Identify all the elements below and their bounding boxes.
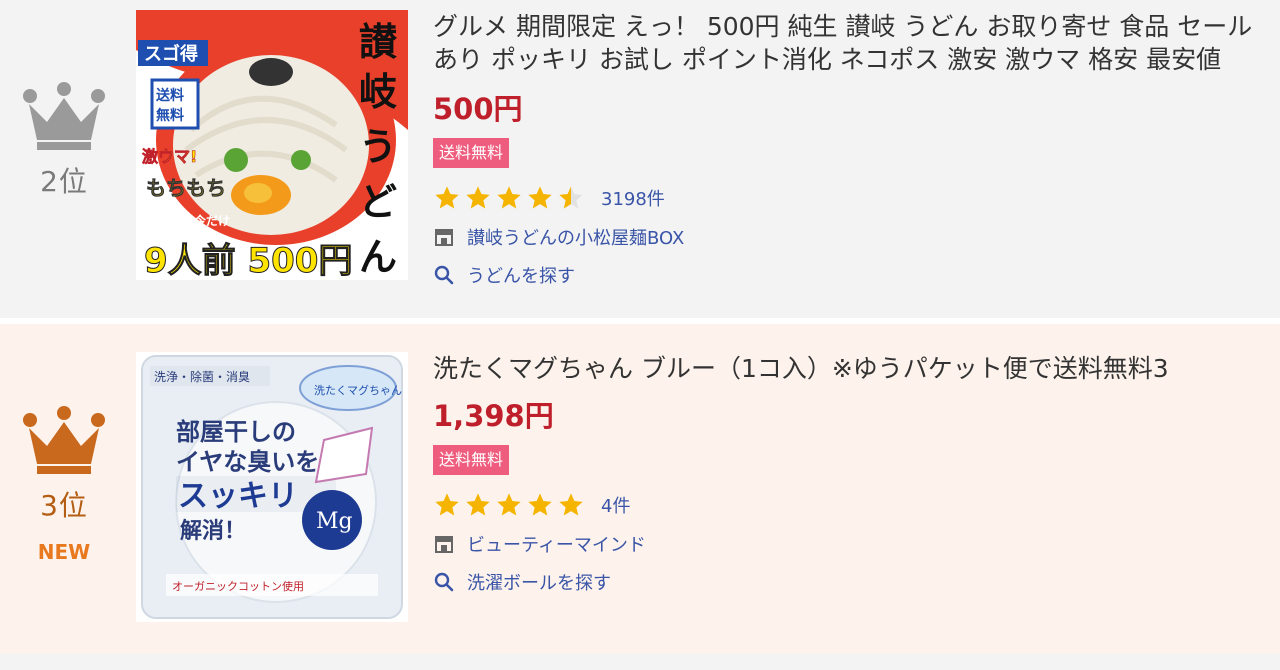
crown-icon-silver: [23, 82, 105, 150]
rank-block: 2位: [0, 82, 128, 200]
udon-image: 讃 岐 う ど ん 訳あり?! スゴ得 送料 無料 激ウマ! もちもち 今だけ …: [136, 10, 408, 280]
product-title-line[interactable]: グルメ 期間限定 えっ！ 500円 純生 讃岐 うどん お取り寄せ 食品 セール: [433, 10, 1280, 43]
rank-label: 3位: [40, 489, 88, 522]
shop-name[interactable]: ビューティーマインド: [467, 531, 646, 557]
svg-text:オーガニックコットン使用: オーガニックコットン使用: [172, 580, 304, 593]
product-price: 1,398円: [433, 399, 554, 433]
star-icon: [435, 186, 459, 209]
search-icon: [434, 572, 454, 592]
svg-text:洗たくマグちゃん: 洗たくマグちゃん: [314, 383, 402, 397]
divider: [0, 654, 1280, 670]
svg-text:讃: 讃: [359, 20, 398, 64]
star-icon: [466, 493, 490, 516]
free-shipping-badge: 送料無料: [433, 138, 510, 168]
star-icon: [497, 186, 521, 209]
shop-link[interactable]: ビューティーマインド: [433, 531, 1280, 557]
free-shipping-badge: 送料無料: [433, 445, 510, 475]
shop-icon: [435, 536, 453, 553]
svg-text:解消！: 解消！: [180, 518, 246, 544]
svg-text:ど: ど: [359, 180, 397, 224]
svg-text:9人前 500円: 9人前 500円: [144, 241, 352, 280]
rank-label: 2位: [40, 165, 88, 198]
rating-row: 3198件: [433, 184, 1280, 212]
svg-text:スッキリ: スッキリ: [178, 479, 298, 514]
shop-name[interactable]: 讃岐うどんの小松屋麺BOX: [467, 224, 684, 250]
svg-text:ん: ん: [359, 235, 397, 279]
svg-text:洗浄・除菌・消臭: 洗浄・除菌・消臭: [154, 369, 250, 384]
ranking-list: 2位 讃 岐 う ど ん 訳あり?! スゴ得 送料 無料 激ウマ! もちもち 今…: [0, 0, 1280, 670]
search-icon: [434, 265, 454, 285]
star-rating: [433, 491, 585, 519]
search-link[interactable]: 洗濯ボールを探す: [433, 569, 1280, 595]
product-info: グルメ 期間限定 えっ！ 500円 純生 讃岐 うどん お取り寄せ 食品 セール…: [433, 10, 1280, 288]
svg-text:スゴ得: スゴ得: [144, 43, 198, 65]
shop-icon: [435, 229, 453, 246]
star-icon: [528, 493, 552, 516]
review-count-link[interactable]: 3198件: [601, 185, 665, 211]
product-price: 500円: [433, 92, 523, 126]
magchan-image: 洗浄・除菌・消臭 洗たくマグちゃん 部屋干しの イヤな臭いを スッキリ 解消！ …: [136, 352, 408, 622]
svg-text:う: う: [359, 125, 397, 169]
svg-text:部屋干しの: 部屋干しの: [176, 417, 296, 446]
product-title[interactable]: グルメ 期間限定 えっ！ 500円 純生 讃岐 うどん お取り寄せ 食品 セール…: [433, 10, 1280, 76]
review-count-link[interactable]: 4件: [601, 492, 630, 518]
product-title-line[interactable]: 洗たくマグちゃん ブルー（1コ入）※ゆうパケット便で送料無料3: [433, 352, 1280, 385]
star-icon: [528, 186, 552, 209]
star-rating: [433, 184, 585, 212]
product-image-magchan[interactable]: 洗浄・除菌・消臭 洗たくマグちゃん 部屋干しの イヤな臭いを スッキリ 解消！ …: [136, 352, 408, 622]
ranking-item[interactable]: 3位 NEW 洗浄・除菌・消臭 洗たくマグちゃん 部屋干しの イヤな臭いを スッ…: [0, 324, 1280, 654]
product-title-line[interactable]: あり ポッキリ お試し ポイント消化 ネコポス 激安 激ウマ 格安 最安値: [433, 43, 1280, 76]
svg-text:岐: 岐: [359, 70, 397, 114]
svg-text:激ウマ!: 激ウマ!: [142, 147, 197, 166]
rank-block: 3位 NEW: [0, 406, 128, 564]
star-icon: [497, 493, 521, 516]
new-badge: NEW: [37, 540, 91, 564]
crown-icon-bronze: [23, 406, 105, 474]
star-icon: [466, 186, 490, 209]
search-link[interactable]: うどんを探す: [433, 262, 1280, 288]
svg-text:無料: 無料: [156, 107, 184, 124]
svg-text:今だけ: 今だけ: [193, 213, 230, 228]
svg-text:訳あり?!: 訳あり?!: [144, 15, 217, 37]
svg-text:送料: 送料: [155, 87, 184, 104]
svg-text:イヤな臭いを: イヤな臭いを: [176, 447, 319, 476]
product-title[interactable]: 洗たくマグちゃん ブルー（1コ入）※ゆうパケット便で送料無料3: [433, 352, 1280, 385]
search-link-label[interactable]: うどんを探す: [467, 262, 575, 288]
star-icon: [559, 186, 583, 209]
star-icon: [435, 493, 459, 516]
product-image-udon[interactable]: 讃 岐 う ど ん 訳あり?! スゴ得 送料 無料 激ウマ! もちもち 今だけ …: [136, 10, 408, 280]
ranking-item[interactable]: 2位 讃 岐 う ど ん 訳あり?! スゴ得 送料 無料 激ウマ! もちもち 今…: [0, 0, 1280, 318]
shop-link[interactable]: 讃岐うどんの小松屋麺BOX: [433, 224, 1280, 250]
star-icon: [559, 493, 583, 516]
rating-row: 4件: [433, 491, 1280, 519]
brand-vertical-text: 讃 岐 う ど ん: [359, 20, 398, 279]
svg-text:Mg: Mg: [316, 509, 353, 534]
svg-text:もちもち: もちもち: [146, 176, 226, 200]
search-link-label[interactable]: 洗濯ボールを探す: [467, 569, 611, 595]
product-info: 洗たくマグちゃん ブルー（1コ入）※ゆうパケット便で送料無料3 1,398円 送…: [433, 352, 1280, 595]
